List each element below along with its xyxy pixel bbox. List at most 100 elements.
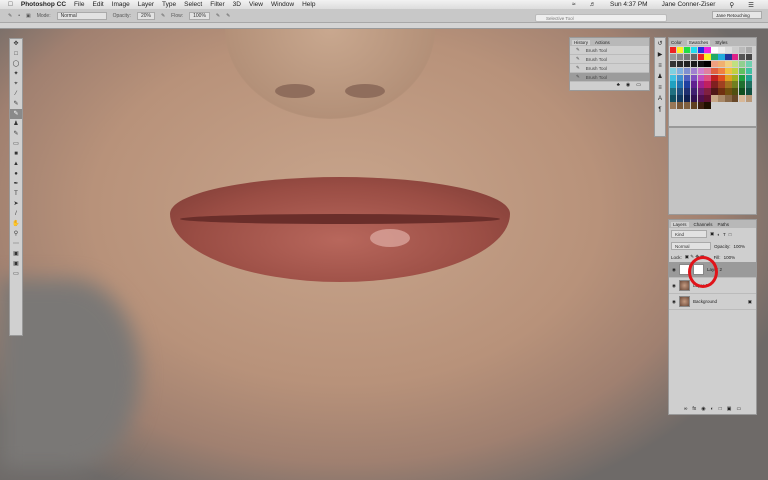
group-icon[interactable]: □: [719, 406, 722, 412]
history-item[interactable]: ✎ Brush Tool: [570, 73, 649, 82]
color-swatch[interactable]: [683, 67, 691, 75]
color-swatch[interactable]: [711, 74, 718, 81]
color-swatch[interactable]: [732, 47, 739, 54]
color-swatch[interactable]: [697, 53, 704, 61]
apple-icon[interactable]: : [8, 1, 13, 8]
gradient-icon[interactable]: ■: [10, 149, 22, 159]
history-item[interactable]: ✎ Brush Tool: [570, 64, 649, 73]
pressure-size-icon[interactable]: ✎: [226, 13, 230, 19]
color-swatch[interactable]: [704, 53, 711, 61]
color-swatch[interactable]: [718, 74, 725, 81]
color-swatch[interactable]: [725, 74, 732, 81]
color-swatch[interactable]: [718, 95, 725, 102]
new-layer-icon[interactable]: ▣: [727, 406, 732, 412]
color-swatch[interactable]: [697, 47, 704, 54]
menu-image[interactable]: Image: [112, 1, 130, 8]
color-swatch[interactable]: [683, 88, 691, 95]
color-swatch[interactable]: [676, 60, 684, 68]
move-tool-icon[interactable]: ✥: [10, 39, 22, 49]
color-swatch[interactable]: [738, 67, 746, 75]
color-swatch[interactable]: [704, 88, 711, 95]
workspace-select[interactable]: Jane Retouching: [712, 11, 762, 19]
menu-filter[interactable]: Filter: [210, 1, 224, 8]
color-swatch[interactable]: [690, 47, 698, 54]
paragraph-icon[interactable]: ¶: [658, 106, 661, 114]
color-swatch[interactable]: [718, 81, 725, 88]
healing-brush-icon[interactable]: ✎: [10, 99, 22, 109]
color-swatch[interactable]: [676, 102, 684, 109]
snapshot-icon[interactable]: ◉: [626, 82, 630, 88]
trash-icon[interactable]: ▭: [636, 82, 641, 88]
document-canvas[interactable]: [0, 29, 768, 480]
color-swatch[interactable]: [683, 95, 691, 102]
color-swatch[interactable]: [670, 74, 677, 81]
color-swatch[interactable]: [725, 47, 732, 54]
blend-mode-select[interactable]: Normal: [671, 242, 711, 250]
color-swatch[interactable]: [697, 60, 704, 68]
tab-history[interactable]: History: [572, 39, 591, 45]
type-icon[interactable]: T: [10, 189, 22, 199]
new-document-icon[interactable]: ♣: [617, 82, 620, 88]
link-icon[interactable]: ∞: [684, 406, 688, 412]
adjustment-layer-icon[interactable]: ◐: [711, 406, 714, 412]
filter-pixel-icon[interactable]: ▣: [710, 231, 714, 237]
history-item[interactable]: ✎ Brush Tool: [570, 55, 649, 64]
color-swatch[interactable]: [670, 95, 677, 102]
fx-icon[interactable]: fx: [692, 406, 696, 412]
color-swatch[interactable]: [745, 95, 753, 102]
brush-panel-icon[interactable]: ▣: [26, 13, 31, 19]
tab-channels[interactable]: Channels: [694, 222, 713, 227]
search-field[interactable]: Selective Tool: [535, 14, 667, 22]
color-swatch[interactable]: [732, 88, 739, 95]
filter-shape-icon[interactable]: □: [729, 232, 732, 237]
color-swatch[interactable]: [732, 74, 739, 81]
color-swatch[interactable]: [676, 74, 684, 81]
color-swatch[interactable]: [738, 47, 746, 54]
airbrush-icon[interactable]: ✎: [216, 13, 220, 19]
wifi-icon[interactable]: ≈: [572, 1, 576, 8]
color-swatch[interactable]: [725, 67, 732, 75]
color-swatch[interactable]: [704, 102, 711, 109]
color-swatch[interactable]: [711, 53, 718, 61]
clock[interactable]: Sun 4:37 PM: [610, 1, 648, 8]
color-swatch[interactable]: [670, 53, 677, 61]
eye-icon[interactable]: ◉: [672, 267, 676, 273]
color-swatch[interactable]: [732, 53, 739, 61]
zoom-icon[interactable]: ⚲: [10, 229, 22, 239]
brush-preset-icon[interactable]: •: [18, 13, 20, 19]
filter-type-icon[interactable]: T: [723, 232, 726, 237]
brush-tool-icon[interactable]: ✎: [8, 13, 12, 19]
color-swatch[interactable]: [711, 67, 718, 75]
color-swatch[interactable]: [704, 95, 711, 102]
color-swatch[interactable]: [683, 60, 691, 68]
menu-edit[interactable]: Edit: [93, 1, 104, 8]
color-swatch[interactable]: [732, 95, 739, 102]
history-panel-icon[interactable]: ↺: [657, 40, 662, 48]
trash-icon[interactable]: ▭: [736, 406, 741, 412]
layer-opacity-field[interactable]: 100%: [734, 244, 746, 249]
crop-tool-icon[interactable]: ⌖: [10, 79, 22, 89]
color-swatch[interactable]: [745, 60, 753, 68]
spotlight-icon[interactable]: ⚲: [729, 1, 734, 9]
color-swatch[interactable]: [725, 81, 732, 88]
flow-field[interactable]: 100%: [189, 11, 210, 20]
color-swatch[interactable]: [711, 47, 718, 54]
color-swatch[interactable]: [676, 81, 684, 88]
adjustments-icon[interactable]: ≡: [658, 62, 662, 70]
color-swatch[interactable]: [683, 74, 691, 81]
color-swatch[interactable]: [690, 102, 698, 109]
fill-field[interactable]: 100%: [724, 255, 736, 260]
menu-view[interactable]: View: [249, 1, 263, 8]
blur-icon[interactable]: ▲: [10, 159, 22, 169]
brush-presets-icon[interactable]: ♟: [657, 73, 662, 81]
path-select-icon[interactable]: ➤: [10, 199, 22, 209]
color-swatch[interactable]: [697, 74, 704, 81]
eye-icon[interactable]: ◉: [672, 283, 676, 289]
color-swatch[interactable]: [732, 81, 739, 88]
color-swatch[interactable]: [690, 67, 698, 75]
color-swatch[interactable]: [738, 81, 746, 88]
color-swatch[interactable]: [745, 88, 753, 95]
mode-select[interactable]: Normal: [56, 11, 107, 20]
color-swatch[interactable]: [738, 95, 746, 102]
screen-mode-icon[interactable]: ▭: [10, 269, 22, 279]
